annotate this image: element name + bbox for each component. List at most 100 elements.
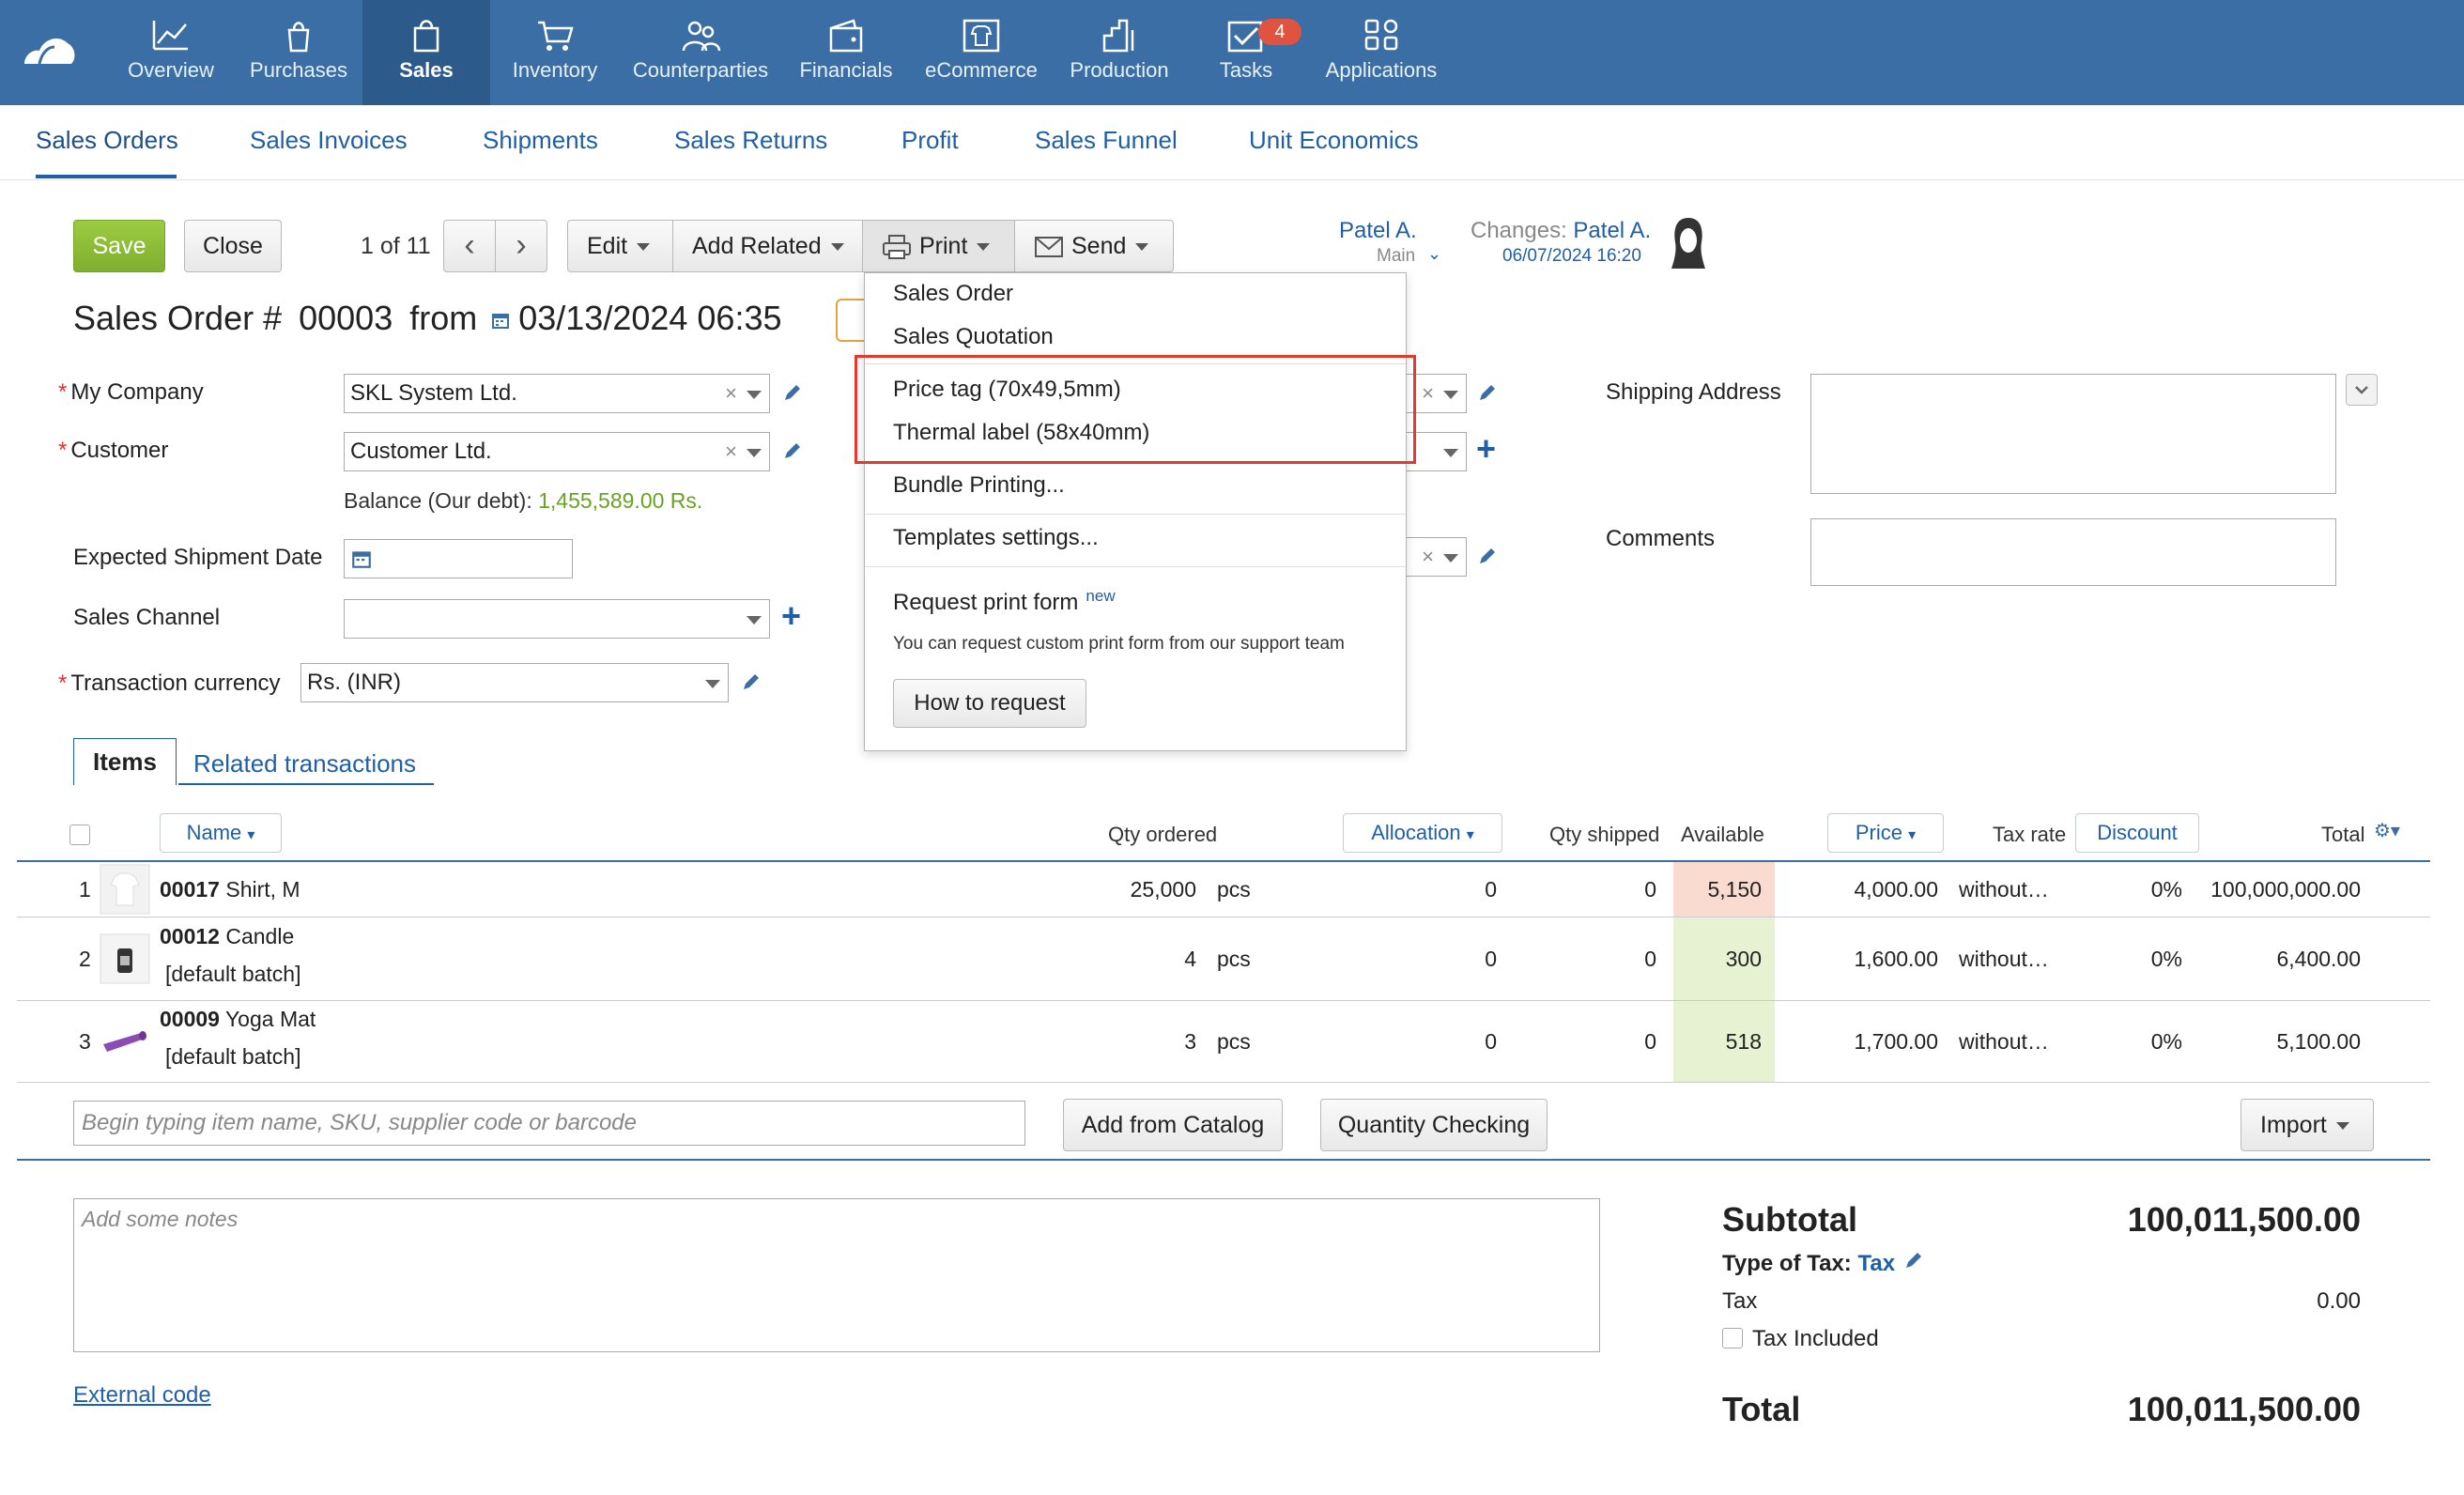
caret-down-icon[interactable]	[1443, 391, 1458, 399]
external-code-link[interactable]: External code	[73, 1382, 211, 1409]
tax-rate-cell[interactable]: without…	[1959, 877, 2049, 902]
pencil-icon[interactable]	[1902, 1249, 1925, 1272]
nav-counterparties[interactable]: Counterparties	[627, 0, 774, 105]
price-cell[interactable]: 1,600.00	[1803, 947, 1938, 972]
add-related-button[interactable]: Add Related	[672, 220, 864, 272]
pencil-icon[interactable]	[740, 670, 762, 693]
add-sales-channel-icon[interactable]: +	[781, 599, 801, 633]
currency-select[interactable]: Rs. (INR)	[300, 663, 729, 702]
menu-item-bundle-printing[interactable]: Bundle Printing...	[893, 472, 1065, 499]
tab-profit[interactable]: Profit	[901, 126, 959, 155]
prev-record-button[interactable]: ‹	[443, 220, 496, 272]
nav-purchases[interactable]: Purchases	[242, 0, 355, 105]
nav-ecommerce[interactable]: eCommerce	[918, 0, 1044, 105]
select-all-checkbox[interactable]	[69, 825, 90, 845]
name-column-button[interactable]: Name ▾	[160, 813, 282, 853]
nav-production[interactable]: Production	[1063, 0, 1176, 105]
qty-ordered-cell[interactable]: 3	[1080, 1029, 1196, 1055]
clear-icon[interactable]: ×	[1422, 538, 1434, 576]
menu-item-sales-order[interactable]: Sales Order	[893, 281, 1013, 307]
close-button[interactable]: Close	[184, 220, 282, 272]
shipping-address-input[interactable]	[1810, 374, 2336, 494]
type-of-tax-link[interactable]: Tax	[1857, 1251, 1895, 1276]
cloud-logo-icon[interactable]	[21, 26, 81, 71]
price-cell[interactable]: 1,700.00	[1803, 1029, 1938, 1055]
add-from-catalog-button[interactable]: Add from Catalog	[1063, 1099, 1283, 1151]
nav-tasks[interactable]: Tasks	[1204, 0, 1288, 105]
nav-sales[interactable]: Sales	[362, 0, 490, 105]
how-to-request-button[interactable]: How to request	[893, 679, 1086, 728]
clear-icon[interactable]: ×	[725, 433, 737, 470]
import-button[interactable]: Import	[2241, 1099, 2374, 1151]
owner-name[interactable]: Patel A.	[1339, 218, 1417, 244]
discount-cell[interactable]: 0%	[2103, 947, 2182, 972]
caret-down-icon[interactable]	[747, 616, 762, 624]
caret-down-icon[interactable]	[705, 680, 720, 688]
my-company-select[interactable]: SKL System Ltd. ×	[344, 374, 770, 413]
clear-icon[interactable]: ×	[725, 375, 737, 412]
nav-overview[interactable]: Overview	[124, 0, 218, 105]
clear-icon[interactable]: ×	[1422, 375, 1434, 412]
changes-user[interactable]: Patel A.	[1573, 218, 1651, 243]
save-button[interactable]: Save	[73, 220, 165, 272]
discount-cell[interactable]: 0%	[2103, 1029, 2182, 1055]
sales-channel-select[interactable]	[344, 599, 770, 639]
pencil-icon[interactable]	[781, 381, 804, 404]
next-record-button[interactable]: ›	[495, 220, 547, 272]
calendar-icon[interactable]	[350, 547, 373, 570]
caret-down-icon[interactable]	[747, 449, 762, 457]
tab-shipments[interactable]: Shipments	[483, 126, 598, 155]
price-column-button[interactable]: Price ▾	[1827, 813, 1944, 853]
user-avatar-icon[interactable]	[1668, 214, 1709, 272]
notes-textarea[interactable]: Add some notes	[73, 1198, 1600, 1352]
item-name[interactable]: 00012 Candle	[160, 924, 294, 949]
comments-input[interactable]	[1810, 518, 2336, 586]
tab-sales-orders[interactable]: Sales Orders	[36, 126, 178, 155]
shirt-thumbnail-icon[interactable]	[100, 864, 150, 915]
expected-shipment-date-input[interactable]	[344, 539, 573, 578]
tab-unit-economics[interactable]: Unit Economics	[1249, 126, 1419, 155]
print-menu-button[interactable]: Print	[862, 220, 1016, 272]
tax-rate-cell[interactable]: without…	[1959, 947, 2049, 972]
item-name[interactable]: 00017 Shirt, M	[160, 877, 300, 902]
tax-included-checkbox[interactable]	[1722, 1328, 1743, 1349]
column-settings-gear-icon[interactable]: ⚙▾	[2374, 819, 2400, 842]
tab-items[interactable]: Items	[73, 738, 177, 785]
qty-ordered-cell[interactable]: 25,000	[1080, 877, 1196, 902]
calendar-icon[interactable]	[490, 310, 511, 331]
yoga-mat-thumbnail-icon[interactable]	[100, 1014, 150, 1065]
menu-item-sales-quotation[interactable]: Sales Quotation	[893, 324, 1054, 350]
qty-ordered-cell[interactable]: 4	[1080, 947, 1196, 972]
tab-sales-invoices[interactable]: Sales Invoices	[250, 126, 408, 155]
pencil-icon[interactable]	[1476, 381, 1499, 404]
tab-sales-returns[interactable]: Sales Returns	[674, 126, 827, 155]
item-search-input[interactable]: Begin typing item name, SKU, supplier co…	[73, 1101, 1025, 1146]
price-cell[interactable]: 4,000.00	[1803, 877, 1938, 902]
menu-item-request-print-form[interactable]: Request print form new	[893, 587, 1116, 616]
tab-related-transactions[interactable]: Related transactions	[193, 749, 416, 778]
allocation-column-button[interactable]: Allocation ▾	[1343, 813, 1502, 853]
item-batch[interactable]: [default batch]	[165, 1044, 301, 1070]
owner-dropdown-icon[interactable]: ⌄	[1427, 244, 1441, 264]
nav-financials[interactable]: Financials	[794, 0, 898, 105]
shipping-address-dropdown[interactable]	[2346, 374, 2378, 406]
nav-inventory[interactable]: Inventory	[503, 0, 607, 105]
caret-down-icon[interactable]	[747, 391, 762, 399]
discount-column-button[interactable]: Discount	[2075, 813, 2199, 853]
order-date[interactable]: 03/13/2024 06:35	[518, 299, 781, 337]
item-batch[interactable]: [default batch]	[165, 962, 301, 987]
send-menu-button[interactable]: Send	[1014, 220, 1174, 272]
customer-select[interactable]: Customer Ltd. ×	[344, 432, 770, 471]
pencil-icon[interactable]	[781, 439, 804, 462]
discount-cell[interactable]: 0%	[2103, 877, 2182, 902]
candle-thumbnail-icon[interactable]	[100, 933, 150, 984]
menu-item-templates-settings[interactable]: Templates settings...	[893, 525, 1099, 551]
order-number[interactable]: 00003	[299, 299, 393, 337]
tax-rate-cell[interactable]: without…	[1959, 1029, 2049, 1055]
edit-menu-button[interactable]: Edit	[567, 220, 674, 272]
add-icon[interactable]: +	[1476, 432, 1496, 466]
quantity-checking-button[interactable]: Quantity Checking	[1320, 1099, 1548, 1151]
item-name[interactable]: 00009 Yoga Mat	[160, 1007, 316, 1032]
nav-applications[interactable]: Applications	[1318, 0, 1444, 105]
caret-down-icon[interactable]	[1443, 554, 1458, 563]
